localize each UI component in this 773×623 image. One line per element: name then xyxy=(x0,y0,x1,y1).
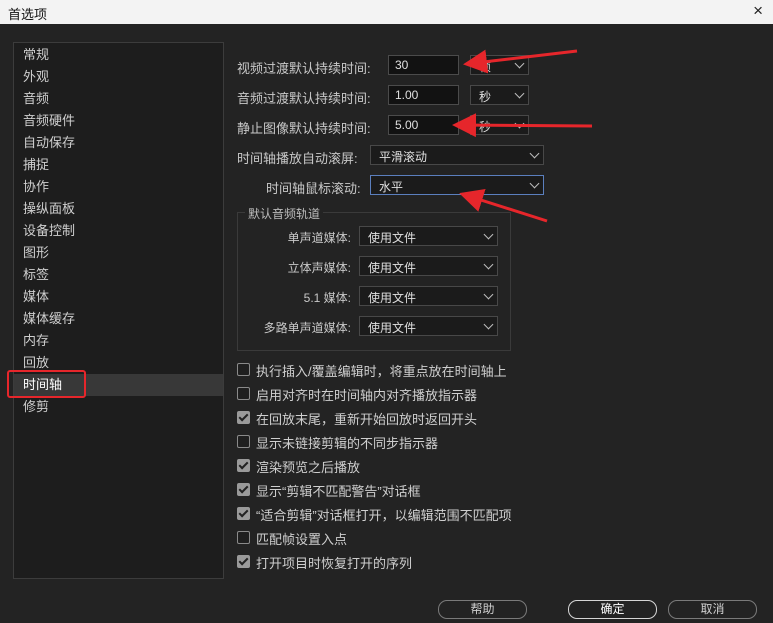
mono-media-label: 单声道媒体: xyxy=(287,231,351,245)
sidebar-item-media-cache[interactable]: 媒体缓存 xyxy=(23,311,75,327)
sidebar-item-playback[interactable]: 回放 xyxy=(23,355,49,371)
mouse-scroll-label: 时间轴鼠标滚动: xyxy=(266,181,361,196)
sidebar-item-autosave[interactable]: 自动保存 xyxy=(23,135,75,151)
title-bar: 首选项 × xyxy=(0,0,773,24)
checkbox-restore-sequences[interactable] xyxy=(237,555,250,568)
sidebar-item-audio[interactable]: 音频 xyxy=(23,91,49,107)
sidebar-item-memory[interactable]: 内存 xyxy=(23,333,49,349)
category-sidebar: 常规 外观 音频 音频硬件 自动保存 捕捉 协作 操纵面板 设备控制 图形 标签… xyxy=(13,42,224,579)
chevron-down-icon xyxy=(529,178,540,189)
mono-media-value: 使用文件 xyxy=(368,231,417,245)
chevron-down-icon xyxy=(514,118,525,129)
sidebar-item-general[interactable]: 常规 xyxy=(23,47,49,63)
multi-mono-media-select[interactable]: 使用文件 xyxy=(359,316,498,336)
surround-media-value: 使用文件 xyxy=(368,291,417,305)
audio-transition-input[interactable]: 1.00 xyxy=(388,85,459,105)
video-transition-unit: 帧 xyxy=(479,60,492,74)
checkbox-label-restore-sequences: 打开项目时恢复打开的序列 xyxy=(256,556,413,571)
chevron-down-icon xyxy=(514,58,525,69)
chevron-down-icon xyxy=(483,319,494,330)
checkbox-out-of-sync[interactable] xyxy=(237,435,250,448)
multi-mono-media-value: 使用文件 xyxy=(368,321,417,335)
surround-media-label: 5.1 媒体: xyxy=(303,291,351,305)
checkbox-return-to-start[interactable] xyxy=(237,411,250,424)
still-image-unit-select[interactable]: 秒 xyxy=(470,115,529,135)
surround-media-select[interactable]: 使用文件 xyxy=(359,286,498,306)
checkbox-label-clip-mismatch-warning: 显示“剪辑不匹配警告”对话框 xyxy=(256,484,421,499)
sidebar-item-capture[interactable]: 捕捉 xyxy=(23,157,49,173)
stereo-media-label: 立体声媒体: xyxy=(287,261,351,275)
window-title: 首选项 xyxy=(8,7,48,22)
checkbox-label-snap-playhead: 启用对齐时在时间轴内对齐播放指示器 xyxy=(256,388,478,403)
still-image-unit: 秒 xyxy=(479,120,492,134)
sidebar-item-trim[interactable]: 修剪 xyxy=(23,399,49,415)
timeline-highlight-box xyxy=(7,370,86,398)
autoscroll-label: 时间轴播放自动滚屏: xyxy=(237,151,358,166)
chevron-down-icon xyxy=(529,148,540,159)
checkbox-label-fit-clip-dialog: “适合剪辑”对话框打开，以编辑范围不匹配项 xyxy=(256,508,512,523)
autoscroll-value: 平滑滚动 xyxy=(379,150,428,164)
sidebar-item-collaboration[interactable]: 协作 xyxy=(23,179,49,195)
audio-transition-label: 音频过渡默认持续时间: xyxy=(237,91,371,106)
default-audio-tracks-title: 默认音频轨道 xyxy=(245,205,324,222)
checkbox-label-return-to-start: 在回放末尾，重新开始回放时返回开头 xyxy=(256,412,478,427)
chevron-down-icon xyxy=(514,88,525,99)
sidebar-item-media[interactable]: 媒体 xyxy=(23,289,49,305)
chevron-down-icon xyxy=(483,229,494,240)
checkbox-play-after-render[interactable] xyxy=(237,459,250,472)
checkbox-fit-clip-dialog[interactable] xyxy=(237,507,250,520)
chevron-down-icon xyxy=(483,259,494,270)
stereo-media-value: 使用文件 xyxy=(368,261,417,275)
checkbox-snap-playhead[interactable] xyxy=(237,387,250,400)
checkbox-label-out-of-sync: 显示未链接剪辑的不同步指示器 xyxy=(256,436,439,451)
audio-transition-unit-select[interactable]: 秒 xyxy=(470,85,529,105)
checkbox-clip-mismatch-warning[interactable] xyxy=(237,483,250,496)
video-transition-unit-select[interactable]: 帧 xyxy=(470,55,529,75)
cancel-button[interactable]: 取消 xyxy=(668,600,757,619)
close-icon[interactable]: × xyxy=(753,1,763,21)
sidebar-item-control-surface[interactable]: 操纵面板 xyxy=(23,201,75,217)
ok-button[interactable]: 确定 xyxy=(568,600,657,619)
video-transition-label: 视频过渡默认持续时间: xyxy=(237,61,371,76)
audio-transition-unit: 秒 xyxy=(479,90,492,104)
video-transition-input[interactable]: 30 xyxy=(388,55,459,75)
checkbox-label-play-after-render: 渲染预览之后播放 xyxy=(256,460,361,475)
mouse-scroll-select[interactable]: 水平 xyxy=(370,175,544,195)
checkbox-focus-timeline[interactable] xyxy=(237,363,250,376)
sidebar-item-device-control[interactable]: 设备控制 xyxy=(23,223,75,239)
still-image-input[interactable]: 5.00 xyxy=(388,115,459,135)
mouse-scroll-value: 水平 xyxy=(379,180,404,194)
sidebar-item-audio-hardware[interactable]: 音频硬件 xyxy=(23,113,75,129)
checkbox-label-focus-timeline: 执行插入/覆盖编辑时，将重点放在时间轴上 xyxy=(256,364,507,379)
checkbox-match-frame-in-point[interactable] xyxy=(237,531,250,544)
chevron-down-icon xyxy=(483,289,494,300)
mono-media-select[interactable]: 使用文件 xyxy=(359,226,498,246)
sidebar-item-graphics[interactable]: 图形 xyxy=(23,245,49,261)
autoscroll-select[interactable]: 平滑滚动 xyxy=(370,145,544,165)
stereo-media-select[interactable]: 使用文件 xyxy=(359,256,498,276)
sidebar-item-labels[interactable]: 标签 xyxy=(23,267,49,283)
help-button[interactable]: 帮助 xyxy=(438,600,527,619)
still-image-label: 静止图像默认持续时间: xyxy=(237,121,371,136)
multi-mono-media-label: 多路单声道媒体: xyxy=(263,321,351,335)
checkbox-label-match-frame-in-point: 匹配帧设置入点 xyxy=(256,532,348,547)
sidebar-item-appearance[interactable]: 外观 xyxy=(23,69,49,85)
